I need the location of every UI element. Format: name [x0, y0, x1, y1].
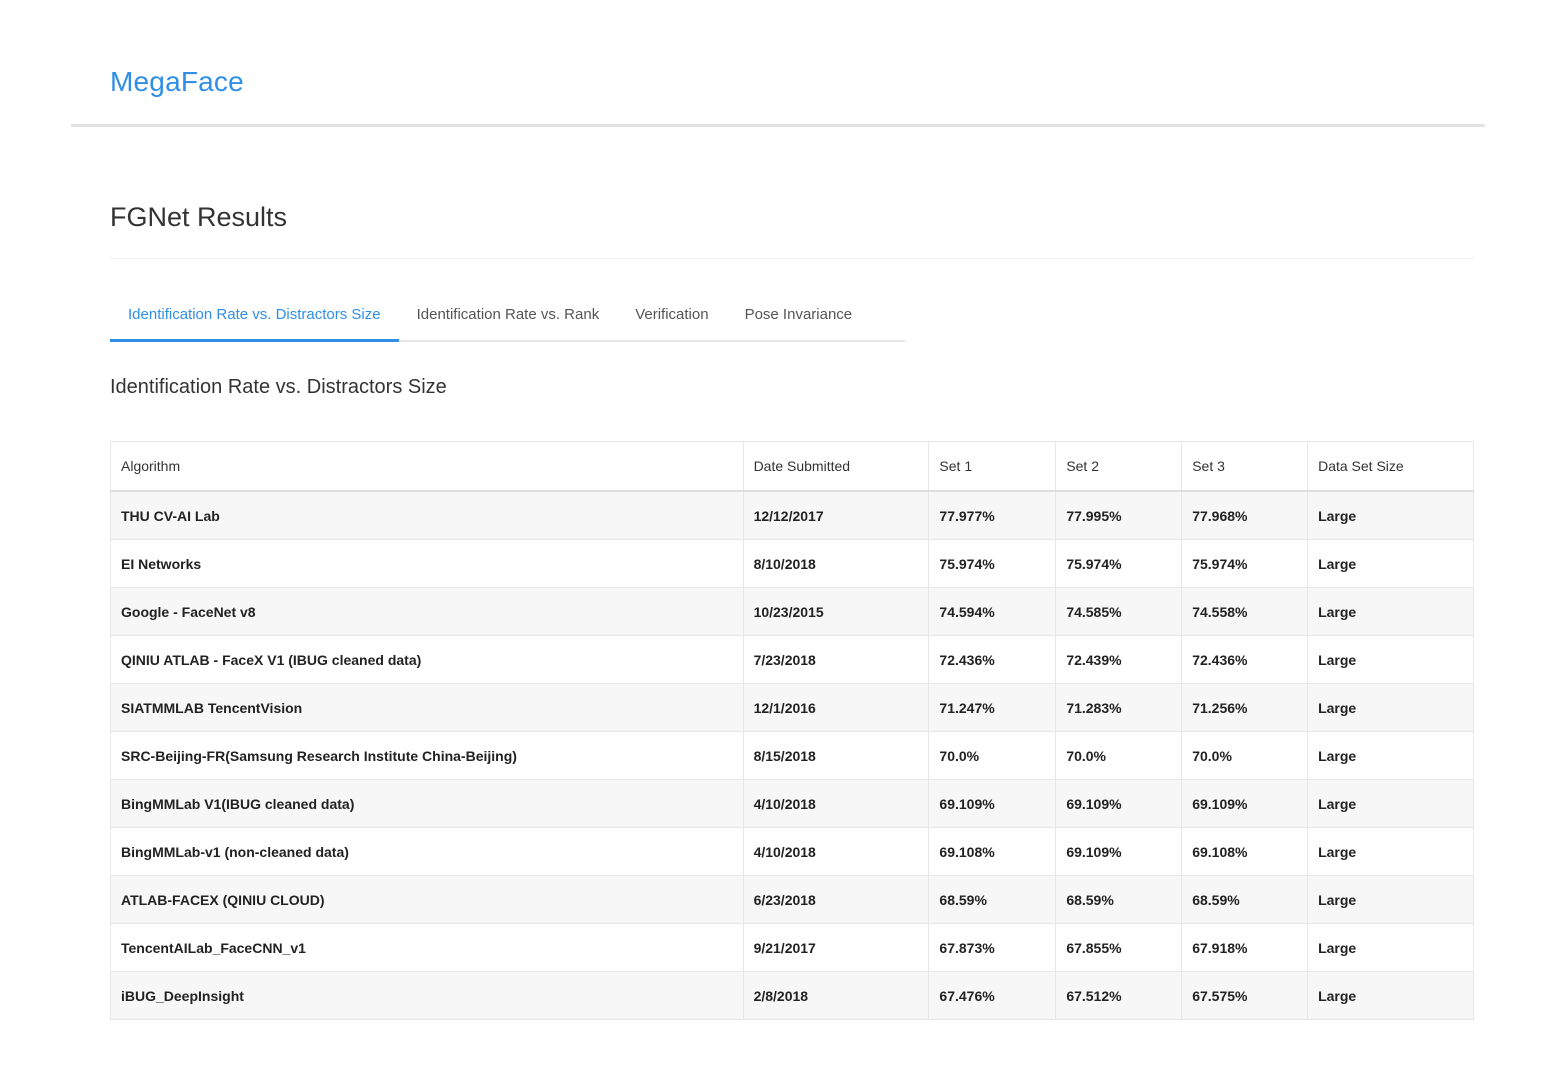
cell-algorithm: EI Networks: [110, 539, 744, 588]
table-row: SIATMMLAB TencentVision 12/1/2016 71.247% 7…: [110, 683, 1474, 732]
cell-date-submitted: 10/23/2015: [742, 587, 930, 636]
cell-date-submitted: 4/10/2018: [742, 827, 930, 876]
cell-set-2: 71.283%: [1055, 683, 1183, 732]
cell-set-1: 77.977%: [928, 490, 1057, 540]
tab-verification[interactable]: Verification: [617, 292, 726, 338]
cell-set-2: 75.974%: [1055, 539, 1183, 588]
cell-date-submitted: 2/8/2018: [742, 971, 930, 1020]
cell-set-3: 67.918%: [1181, 923, 1309, 972]
title-divider: [110, 258, 1474, 259]
cell-set-3: 69.109%: [1181, 779, 1309, 828]
cell-algorithm: QINIU ATLAB - FaceX V1 (IBUG cleaned dat…: [110, 635, 744, 684]
cell-date-submitted: 6/23/2018: [742, 875, 930, 924]
results-table: Algorithm Date Submitted Set 1 Set 2 Set…: [110, 441, 1474, 1020]
cell-date-submitted: 8/15/2018: [742, 731, 930, 780]
cell-set-3: 72.436%: [1181, 635, 1309, 684]
cell-algorithm: BingMMLab-v1 (non-cleaned data): [110, 827, 744, 876]
table-row: Google - FaceNet v8 10/23/2015 74.594% 74.5…: [110, 587, 1474, 636]
table-row: iBUG_DeepInsight 2/8/2018 67.476% 67.512% 67…: [110, 971, 1474, 1020]
cell-set-2: 74.585%: [1055, 587, 1183, 636]
cell-set-2: 69.109%: [1055, 779, 1183, 828]
cell-data-set-size: Large: [1307, 971, 1474, 1020]
cell-set-3: 67.575%: [1181, 971, 1309, 1020]
cell-set-1: 75.974%: [928, 539, 1057, 588]
cell-data-set-size: Large: [1307, 827, 1474, 876]
cell-set-2: 67.512%: [1055, 971, 1183, 1020]
cell-set-1: 72.436%: [928, 635, 1057, 684]
cell-algorithm: SRC-Beijing-FR(Samsung Research Institut…: [110, 731, 744, 780]
cell-date-submitted: 7/23/2018: [742, 635, 930, 684]
cell-data-set-size: Large: [1307, 635, 1474, 684]
cell-set-3: 71.256%: [1181, 683, 1309, 732]
cell-data-set-size: Large: [1307, 539, 1474, 588]
cell-algorithm: TencentAILab_FaceCNN_v1: [110, 923, 744, 972]
cell-data-set-size: Large: [1307, 683, 1474, 732]
table-row: QINIU ATLAB - FaceX V1 (IBUG cleaned dat…: [110, 635, 1474, 684]
cell-data-set-size: Large: [1307, 490, 1474, 540]
cell-set-3: 75.974%: [1181, 539, 1309, 588]
cell-set-2: 70.0%: [1055, 731, 1183, 780]
cell-set-1: 74.594%: [928, 587, 1057, 636]
table-row: THU CV-AI Lab 12/12/2017 77.977% 77.995% 77.…: [110, 490, 1474, 540]
table-row: ATLAB-FACEX (QINIU CLOUD) 6/23/2018 68.59%…: [110, 875, 1474, 924]
cell-date-submitted: 12/12/2017: [742, 490, 930, 540]
cell-data-set-size: Large: [1307, 923, 1474, 972]
section-title: Identification Rate vs. Distractors Size: [110, 376, 447, 398]
cell-set-1: 68.59%: [928, 875, 1057, 924]
cell-set-2: 77.995%: [1055, 490, 1183, 540]
cell-date-submitted: 9/21/2017: [742, 923, 930, 972]
cell-data-set-size: Large: [1307, 731, 1474, 780]
table-header-row: Algorithm Date Submitted Set 1 Set 2 Set…: [110, 441, 1474, 492]
cell-date-submitted: 12/1/2016: [742, 683, 930, 732]
cell-date-submitted: 8/10/2018: [742, 539, 930, 588]
header-set-2[interactable]: Set 2: [1055, 441, 1183, 492]
cell-set-3: 68.59%: [1181, 875, 1309, 924]
header-data-set-size[interactable]: Data Set Size: [1307, 441, 1474, 492]
cell-set-3: 70.0%: [1181, 731, 1309, 780]
navbar: MegaFace: [71, 0, 1485, 127]
cell-algorithm: THU CV-AI Lab: [110, 490, 744, 540]
cell-set-1: 67.476%: [928, 971, 1057, 1020]
cell-set-1: 67.873%: [928, 923, 1057, 972]
cell-set-3: 77.968%: [1181, 490, 1309, 540]
cell-set-1: 69.108%: [928, 827, 1057, 876]
cell-set-1: 69.109%: [928, 779, 1057, 828]
cell-set-1: 71.247%: [928, 683, 1057, 732]
table-row: BingMMLab-v1 (non-cleaned data) 4/10/2018…: [110, 827, 1474, 876]
results-tabs: Identification Rate vs. Distractors Size…: [110, 292, 905, 342]
cell-data-set-size: Large: [1307, 875, 1474, 924]
cell-set-2: 67.855%: [1055, 923, 1183, 972]
cell-set-2: 72.439%: [1055, 635, 1183, 684]
header-set-1[interactable]: Set 1: [928, 441, 1057, 492]
cell-algorithm: iBUG_DeepInsight: [110, 971, 744, 1020]
results-table-body: THU CV-AI Lab 12/12/2017 77.977% 77.995% 77.…: [110, 490, 1474, 1020]
cell-algorithm: SIATMMLAB TencentVision: [110, 683, 744, 732]
table-row: TencentAILab_FaceCNN_v1 9/21/2017 67.873% 6…: [110, 923, 1474, 972]
header-algorithm[interactable]: Algorithm: [110, 441, 744, 492]
tab-pose-invariance[interactable]: Pose Invariance: [727, 292, 871, 338]
cell-data-set-size: Large: [1307, 587, 1474, 636]
cell-date-submitted: 4/10/2018: [742, 779, 930, 828]
cell-set-3: 74.558%: [1181, 587, 1309, 636]
cell-set-3: 69.108%: [1181, 827, 1309, 876]
header-date-submitted[interactable]: Date Submitted: [742, 441, 930, 492]
cell-set-2: 69.109%: [1055, 827, 1183, 876]
cell-algorithm: BingMMLab V1(IBUG cleaned data): [110, 779, 744, 828]
brand-link[interactable]: MegaFace: [110, 66, 244, 98]
cell-set-2: 68.59%: [1055, 875, 1183, 924]
header-set-3[interactable]: Set 3: [1181, 441, 1309, 492]
table-row: BingMMLab V1(IBUG cleaned data) 4/10/2018…: [110, 779, 1474, 828]
cell-data-set-size: Large: [1307, 779, 1474, 828]
tab-identification-vs-rank[interactable]: Identification Rate vs. Rank: [399, 292, 618, 338]
table-row: EI Networks 8/10/2018 75.974% 75.974% 75.974…: [110, 539, 1474, 588]
cell-algorithm: Google - FaceNet v8: [110, 587, 744, 636]
table-row: SRC-Beijing-FR(Samsung Research Institut…: [110, 731, 1474, 780]
tab-identification-vs-distractors[interactable]: Identification Rate vs. Distractors Size: [110, 292, 399, 342]
page-title: FGNet Results: [110, 202, 288, 232]
cell-set-1: 70.0%: [928, 731, 1057, 780]
cell-algorithm: ATLAB-FACEX (QINIU CLOUD): [110, 875, 744, 924]
